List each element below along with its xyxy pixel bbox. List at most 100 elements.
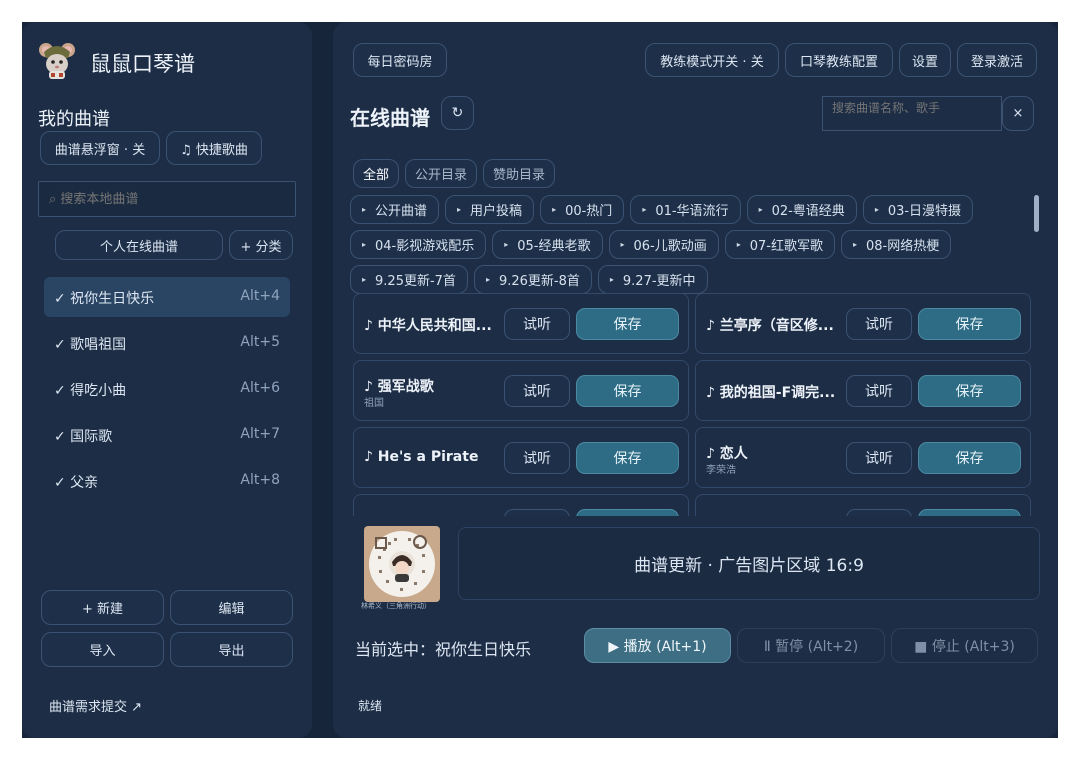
personal-online-button[interactable]: 个人在线曲谱 xyxy=(55,230,223,260)
online-song-card[interactable]: ♪ 兰亭序（音区修... 试听 保存 xyxy=(695,293,1031,354)
stop-button[interactable]: ■ 停止 (Alt+3) xyxy=(891,628,1038,663)
preview-button[interactable]: 试听 xyxy=(846,308,912,340)
caret-right-icon: ▸ xyxy=(736,240,741,249)
save-button[interactable]: 保存 xyxy=(918,375,1021,407)
category-chips: ▸ 公开曲谱 ▸ 用户投稿 ▸ 00-热门 ▸ 01-华语流行 ▸ 02-粤语经典 ▸ 03-日漫特摄… xyxy=(350,195,1040,300)
song-name: ✓ 歌唱祖国 xyxy=(54,337,127,353)
online-song-card[interactable]: 试听保存 xyxy=(353,494,689,516)
edit-button[interactable]: 编辑 xyxy=(170,590,293,625)
caret-right-icon: ▸ xyxy=(485,275,490,284)
tab-0[interactable]: 全部 xyxy=(353,159,400,188)
online-search-input[interactable] xyxy=(822,96,1002,131)
online-song-card[interactable]: ♪ 恋人 李荣浩 试听 保存 xyxy=(695,427,1031,488)
login-button[interactable]: 登录激活 xyxy=(957,43,1037,77)
category-chip[interactable]: ▸ 06-儿歌动画 xyxy=(608,230,719,259)
import-button[interactable]: 导入 xyxy=(41,632,164,667)
preview-button[interactable]: 试听 xyxy=(846,442,912,474)
category-chip[interactable]: ▸ 00-热门 xyxy=(540,195,625,224)
category-label: 用户投稿 xyxy=(470,204,523,219)
caret-right-icon: ▸ xyxy=(362,275,367,284)
preview-button[interactable]: 试听 xyxy=(846,509,912,516)
save-button[interactable]: 保存 xyxy=(918,308,1021,340)
caret-right-icon: ▸ xyxy=(609,275,614,284)
preview-button[interactable]: 试听 xyxy=(504,442,570,474)
song-hotkey: Alt+5 xyxy=(240,334,280,350)
clear-search-button[interactable]: × xyxy=(1002,96,1034,131)
coach-mode-toggle[interactable]: 教练模式开关 · 关 xyxy=(645,43,779,77)
export-button[interactable]: 导出 xyxy=(170,632,293,667)
online-song-card[interactable]: ♪ He's a Pirate 试听 保存 xyxy=(353,427,689,488)
category-chip[interactable]: ▸ 07-红歌军歌 xyxy=(724,230,835,259)
online-song-card[interactable]: ♪ 中华人民共和国... 试听 保存 xyxy=(353,293,689,354)
request-link[interactable]: 曲谱需求提交 ↗ xyxy=(49,696,142,715)
online-song-card[interactable]: ♪ 强军战歌 祖国 试听 保存 xyxy=(353,360,689,421)
quick-song-button[interactable]: ♫ 快捷歌曲 xyxy=(166,131,262,165)
settings-button[interactable]: 设置 xyxy=(899,43,951,77)
new-button[interactable]: + 新建 xyxy=(41,590,164,625)
song-name: ✓ 得吃小曲 xyxy=(54,383,127,399)
category-label: 9.27-更新中 xyxy=(622,274,696,289)
caret-right-icon: ▸ xyxy=(504,240,509,249)
online-song-title: ♪ 兰亭序（音区修... xyxy=(706,318,834,334)
category-label: 08-网络热梗 xyxy=(866,239,940,254)
refresh-icon: ↻ xyxy=(451,105,464,121)
sidebar-song-item[interactable]: ✓ 父亲 Alt+8 xyxy=(44,461,290,501)
preview-button[interactable]: 试听 xyxy=(504,308,570,340)
category-scrollbar[interactable] xyxy=(1034,195,1039,232)
category-chip[interactable]: ▸ 04-影视游戏配乐 xyxy=(350,230,487,259)
local-search-input[interactable] xyxy=(38,181,296,217)
logo-mouse-icon xyxy=(38,40,76,84)
category-chip[interactable]: ▸ 08-网络热梗 xyxy=(841,230,952,259)
caret-right-icon: ▸ xyxy=(457,205,462,214)
add-category-button[interactable]: + 分类 xyxy=(229,230,293,260)
preview-button[interactable]: 试听 xyxy=(504,375,570,407)
category-chip[interactable]: ▸ 05-经典老歌 xyxy=(492,230,603,259)
online-song-title: ♪ 恋人 xyxy=(706,446,748,462)
category-label: 9.26更新-8首 xyxy=(498,274,580,289)
preview-button[interactable]: 试听 xyxy=(846,375,912,407)
save-button[interactable]: 保存 xyxy=(918,442,1021,474)
category-chip[interactable]: ▸ 03-日漫特摄 xyxy=(862,195,974,224)
sidebar-song-item[interactable]: ✓ 歌唱祖国 Alt+5 xyxy=(44,323,290,363)
song-name: ✓ 父亲 xyxy=(54,475,99,491)
save-button[interactable]: 保存 xyxy=(576,442,679,474)
current-prefix: 当前选中： xyxy=(355,640,436,659)
sidebar-song-item[interactable]: ✓ 得吃小曲 Alt+6 xyxy=(44,369,290,409)
category-row: ▸ 公开曲谱 ▸ 用户投稿 ▸ 00-热门 ▸ 01-华语流行 ▸ 02-粤语经典 ▸ 03-日漫特摄 xyxy=(350,195,1040,230)
category-chip[interactable]: ▸ 用户投稿 xyxy=(445,195,535,224)
category-chip[interactable]: ▸ 02-粤语经典 xyxy=(746,195,857,224)
play-button[interactable]: ▶ 播放 (Alt+1) xyxy=(584,628,731,663)
save-button[interactable]: 保存 xyxy=(576,375,679,407)
qr-caption: 林希义（三角洲行动） xyxy=(361,602,431,610)
sidebar-song-item[interactable]: ✓ 祝你生日快乐 Alt+4 xyxy=(44,277,290,317)
save-button[interactable]: 保存 xyxy=(576,308,679,340)
daily-room-button[interactable]: 每日密码房 xyxy=(353,43,447,77)
category-label: 公开曲谱 xyxy=(375,204,428,219)
online-title: 在线曲谱 xyxy=(350,106,430,130)
refresh-button[interactable]: ↻ xyxy=(441,96,474,130)
caret-right-icon: ▸ xyxy=(552,205,557,214)
preview-button[interactable]: 试听 xyxy=(504,509,570,516)
online-song-card[interactable]: 试听保存 xyxy=(695,494,1031,516)
float-window-toggle[interactable]: 曲谱悬浮窗 · 关 xyxy=(40,131,160,165)
tab-2[interactable]: 赞助目录 xyxy=(483,159,556,188)
category-label: 04-影视游戏配乐 xyxy=(375,239,475,254)
pause-button[interactable]: Ⅱ 暂停 (Alt+2) xyxy=(737,628,885,663)
song-hotkey: Alt+8 xyxy=(240,472,280,488)
song-hotkey: Alt+4 xyxy=(240,288,280,304)
coach-config-button[interactable]: 口琴教练配置 xyxy=(785,43,893,77)
online-song-card[interactable]: ♪ 我的祖国-F调完... 试听 保存 xyxy=(695,360,1031,421)
online-song-title: ♪ 中华人民共和国... xyxy=(364,318,492,334)
sidebar: 鼠鼠口琴谱 我的曲谱 曲谱悬浮窗 · 关 ♫ 快捷歌曲 个人在线曲谱 + 分类 … xyxy=(22,22,312,738)
sidebar-song-item[interactable]: ✓ 国际歌 Alt+7 xyxy=(44,415,290,455)
catalog-tabs: 全部 公开目录 赞助目录 xyxy=(353,159,561,194)
category-chip[interactable]: ▸ 公开曲谱 xyxy=(350,195,440,224)
tab-1[interactable]: 公开目录 xyxy=(405,159,478,188)
save-button[interactable]: 保存 xyxy=(576,509,679,516)
category-chip[interactable]: ▸ 01-华语流行 xyxy=(630,195,741,224)
save-button[interactable]: 保存 xyxy=(918,509,1021,516)
song-hotkey: Alt+7 xyxy=(240,426,280,442)
ad-banner[interactable]: 曲谱更新 · 广告图片区域 16:9 xyxy=(458,527,1040,600)
online-song-artist: 祖国 xyxy=(364,398,384,409)
qr-code-image xyxy=(364,526,440,602)
